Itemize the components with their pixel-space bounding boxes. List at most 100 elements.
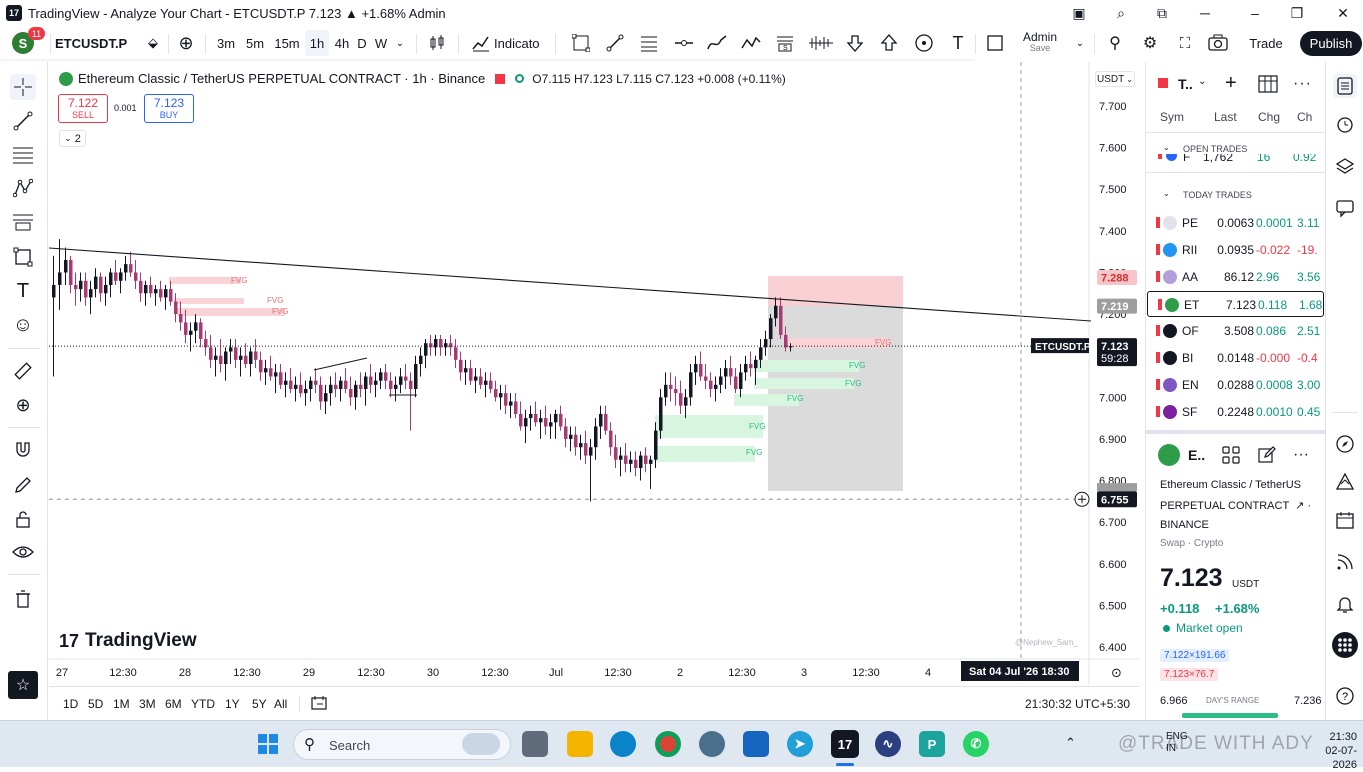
whatsapp-icon[interactable]: ✆: [963, 731, 989, 757]
list-item[interactable]: F 1,762 16 0.92: [1146, 154, 1326, 169]
watchlist-icon[interactable]: [1333, 74, 1357, 98]
position-tool-icon[interactable]: S: [774, 30, 796, 56]
buy-button[interactable]: 7.123 BUY: [144, 94, 194, 123]
lock-icon[interactable]: [10, 506, 36, 532]
tray-chevron-up-icon[interactable]: ⌃: [1065, 735, 1076, 751]
telegram-icon[interactable]: ➤: [787, 731, 813, 757]
clipboard-icon[interactable]: ▣: [1069, 4, 1089, 22]
watchlist-name[interactable]: T..: [1178, 76, 1193, 92]
task-view-icon[interactable]: [522, 731, 548, 757]
more-options-icon[interactable]: ···: [1293, 446, 1309, 464]
maximize-button[interactable]: ❐: [1287, 4, 1307, 22]
store-icon[interactable]: [743, 731, 769, 757]
timeframe-5d[interactable]: 5D: [88, 697, 103, 711]
section-today-trades[interactable]: TODAY TRADES: [1183, 190, 1252, 200]
chart-app-icon[interactable]: ∿: [875, 731, 901, 757]
chrome-icon[interactable]: [655, 731, 681, 757]
details-exchange[interactable]: BINANCE: [1160, 519, 1209, 531]
notifications-bell-icon[interactable]: [1333, 592, 1357, 616]
bar-pattern-icon[interactable]: [808, 30, 834, 56]
list-item[interactable]: EN 0.0288 0.0008 3.00: [1146, 372, 1326, 398]
minimize-icon[interactable]: –: [1245, 4, 1265, 22]
utc-clock[interactable]: 21:30:32 UTC+5:30: [1025, 697, 1130, 711]
fib-tool-icon[interactable]: [638, 30, 660, 56]
trendline-icon[interactable]: [10, 108, 36, 134]
fib-retracement-icon[interactable]: [10, 142, 36, 168]
layout-save-button[interactable]: Admin Save: [1014, 30, 1066, 56]
timeframe-1y[interactable]: 1Y: [225, 697, 240, 711]
interval-1h[interactable]: 1h: [305, 30, 329, 56]
market-status[interactable]: Market open: [1176, 621, 1243, 635]
diamond-icon[interactable]: ⬙: [142, 30, 164, 56]
extensions-icon[interactable]: ⧉: [1152, 4, 1172, 22]
help-icon[interactable]: ?: [1333, 684, 1357, 708]
timeframe-all[interactable]: All: [274, 697, 287, 711]
list-item[interactable]: BI 0.0148 -0.000 -0.4: [1146, 345, 1326, 371]
emoji-icon[interactable]: ☺: [10, 312, 36, 338]
alerts-clock-icon[interactable]: [1333, 112, 1357, 136]
rectangle-tool-icon[interactable]: [570, 30, 592, 56]
trendline-tool-icon[interactable]: [604, 30, 626, 56]
chevron-down-icon[interactable]: ⌄: [1163, 189, 1170, 198]
chart-symbol-title[interactable]: Ethereum Classic / TetherUS PERPETUAL CO…: [78, 71, 485, 86]
indicators-button[interactable]: Indicato: [494, 30, 546, 56]
text-tool-icon[interactable]: T: [947, 30, 969, 56]
chat-icon[interactable]: [1333, 196, 1357, 220]
list-item[interactable]: AA 86.12 2.96 3.56: [1146, 264, 1326, 290]
interval-5m[interactable]: 5m: [243, 30, 267, 56]
brush-icon[interactable]: [706, 30, 728, 56]
list-item[interactable]: SF 0.2248 0.0010 0.45: [1146, 399, 1326, 425]
interval-4h[interactable]: 4h: [330, 30, 354, 56]
candles-icon[interactable]: [426, 30, 448, 56]
forecast-tools-icon[interactable]: [10, 209, 36, 235]
interval-3m[interactable]: 3m: [214, 30, 238, 56]
edge-browser-icon[interactable]: [610, 731, 636, 757]
grid-view-icon[interactable]: [1222, 446, 1240, 467]
arrow-up-icon[interactable]: [878, 30, 900, 56]
geometric-shapes-icon[interactable]: [10, 244, 36, 270]
column-header-ch[interactable]: Ch: [1297, 110, 1312, 124]
indicators-collapse-button[interactable]: ⌄ 2: [59, 130, 86, 147]
stream-icon[interactable]: [1333, 550, 1357, 574]
apps-grid-icon[interactable]: [1332, 632, 1358, 658]
ruler-icon[interactable]: [10, 358, 36, 384]
flag-icon[interactable]: [1158, 78, 1168, 88]
fullscreen-icon[interactable]: ⛶: [1174, 30, 1196, 56]
symbol-search-button[interactable]: ETCUSDT.P: [55, 30, 137, 56]
indicators-icon[interactable]: [470, 30, 492, 56]
magnet-icon[interactable]: [10, 437, 36, 463]
timeframe-1m[interactable]: 1M: [113, 697, 130, 711]
arrow-down-icon[interactable]: [844, 30, 866, 56]
settings-gear-icon[interactable]: ⚙: [1139, 30, 1161, 56]
timeframe-3m[interactable]: 3M: [139, 697, 156, 711]
edit-note-icon[interactable]: [1258, 446, 1276, 467]
column-header-sym[interactable]: Sym: [1160, 110, 1184, 124]
crosshair-icon[interactable]: [10, 74, 36, 100]
quick-search-icon[interactable]: ⚲: [1104, 30, 1126, 56]
timeframe-5y[interactable]: 5Y: [252, 697, 267, 711]
pencil-lock-icon[interactable]: [10, 472, 36, 498]
interval-W[interactable]: W: [373, 30, 389, 56]
tradingview-taskbar-icon[interactable]: 17: [831, 730, 859, 758]
goto-date-icon[interactable]: [310, 695, 328, 714]
external-link-icon[interactable]: ↗: [1295, 500, 1304, 512]
list-item[interactable]: OF 3.508 0.086 2.51: [1146, 318, 1326, 344]
target-circle-icon[interactable]: [913, 30, 935, 56]
advanced-view-icon[interactable]: [1258, 75, 1278, 96]
sell-button[interactable]: 7.122 SELL: [58, 94, 108, 123]
details-symbol[interactable]: E..: [1188, 447, 1205, 463]
settings-gear-icon[interactable]: [699, 731, 725, 757]
interval-15m[interactable]: 15m: [272, 30, 302, 56]
path-tool-icon[interactable]: [740, 30, 762, 56]
compare-plus-icon[interactable]: ⊕: [175, 30, 197, 56]
zoom-in-icon[interactable]: ⊕: [10, 392, 36, 418]
eye-icon[interactable]: [10, 539, 36, 565]
camera-icon[interactable]: [1207, 30, 1229, 56]
interval-D[interactable]: D: [354, 30, 370, 56]
zoom-icon[interactable]: ⌕: [1111, 4, 1131, 22]
ideas-icon[interactable]: [1333, 470, 1357, 494]
interval-chevron-down-icon[interactable]: ⌄: [392, 30, 408, 56]
windows-start-icon[interactable]: [255, 731, 281, 757]
p-app-icon[interactable]: P: [919, 731, 945, 757]
list-item[interactable]: ET 7.123 0.118 1.68: [1147, 291, 1324, 317]
